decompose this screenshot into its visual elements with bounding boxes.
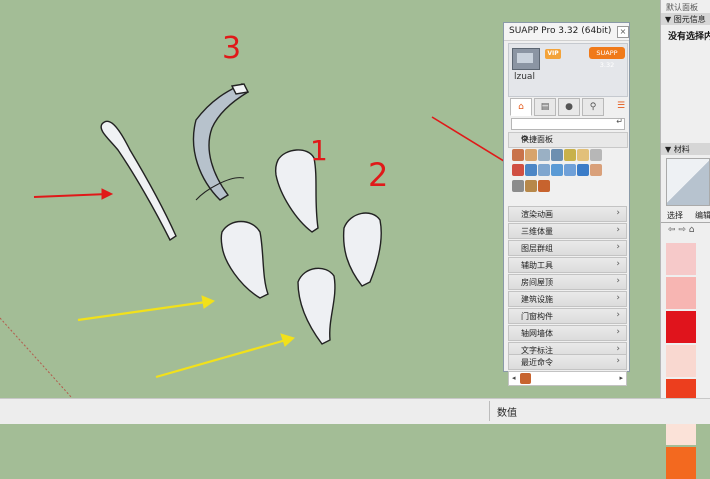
gear-icon[interactable]: ⚙ <box>521 134 528 143</box>
chevron-right-icon: › <box>616 276 620 286</box>
recent-tool-icon[interactable] <box>520 373 531 384</box>
materials-nav[interactable]: ⇦ ⇨ ⌂ <box>668 225 695 235</box>
color-swatch[interactable] <box>666 243 696 275</box>
tool-icon[interactable] <box>577 149 589 161</box>
tool-icon[interactable] <box>538 149 550 161</box>
list-icon[interactable]: ☰ <box>614 98 628 114</box>
leaf-shapes <box>220 149 382 345</box>
tray-title: 默认面板 <box>666 3 698 12</box>
annotation-3: 3 <box>222 31 241 66</box>
color-swatch[interactable] <box>666 277 696 309</box>
scroll-left-button[interactable]: ◂ <box>512 374 516 382</box>
color-swatch[interactable] <box>666 311 696 343</box>
tool-icon[interactable] <box>538 180 550 192</box>
status-bar: 数值 <box>0 398 710 424</box>
twisted-shape <box>192 83 250 201</box>
color-swatch[interactable] <box>666 447 696 479</box>
yellow-arrow-2 <box>155 333 295 379</box>
annotation-1: 1 <box>310 134 328 167</box>
tool-icon[interactable] <box>590 164 602 176</box>
close-button[interactable]: × <box>617 26 629 38</box>
yellow-arrow-1 <box>77 295 216 322</box>
color-swatch[interactable] <box>666 345 696 377</box>
book-icon[interactable]: ▤ <box>534 98 556 116</box>
tab-edit[interactable]: 编辑 <box>695 210 710 221</box>
tool-icon[interactable] <box>551 149 563 161</box>
suapp-panel: SUAPP Pro 3.32 (64bit) × VIP SUAPP 3.32 … <box>503 22 630 386</box>
user-avatar[interactable] <box>512 48 540 70</box>
menu-item-facilities[interactable]: 建筑设施 › <box>508 291 627 307</box>
tool-icon[interactable] <box>512 180 524 192</box>
status-separator <box>489 401 490 421</box>
menu-item-render[interactable]: 渲染动画 › <box>508 206 627 222</box>
materials-tabs: 选择 编辑 <box>661 208 710 223</box>
entity-info-header[interactable]: ▼ 图元信息 <box>661 13 710 25</box>
annotation-2: 2 <box>368 156 388 194</box>
menu-item-doors-windows[interactable]: 门窗构件 › <box>508 308 627 324</box>
chevron-right-icon: › <box>616 293 620 303</box>
menu-item-helpers[interactable]: 辅助工具 › <box>508 257 627 273</box>
tool-icon[interactable] <box>590 149 602 161</box>
suapp-title: SUAPP Pro 3.32 (64bit) <box>509 26 612 36</box>
recent-commands-row: ◂ ▸ <box>508 371 627 386</box>
tool-icon[interactable] <box>525 164 537 176</box>
chevron-right-icon: › <box>616 356 620 366</box>
tab-select[interactable]: 选择 <box>667 210 683 221</box>
search-icon[interactable]: ⚲ <box>582 98 604 116</box>
tool-icon[interactable] <box>538 164 550 176</box>
username: lzual <box>514 72 535 82</box>
home-icon[interactable]: ⌂ <box>510 98 532 116</box>
material-preview[interactable] <box>666 158 710 206</box>
chevron-right-icon: › <box>616 208 620 218</box>
tool-icon[interactable] <box>564 164 576 176</box>
chevron-right-icon: › <box>616 225 620 235</box>
menu-item-3d-mass[interactable]: 三维体量 › <box>508 223 627 239</box>
chevron-right-icon: › <box>616 344 620 354</box>
menu-item-room-roof[interactable]: 房间屋顶 › <box>508 274 627 290</box>
materials-header[interactable]: ▼ 材料 <box>661 143 710 155</box>
skin-tool-icon[interactable] <box>577 164 589 176</box>
chevron-right-icon: › <box>616 242 620 252</box>
enter-icon[interactable]: ↵ <box>616 117 623 126</box>
chevron-right-icon: › <box>616 327 620 337</box>
menu-item-grid-walls[interactable]: 轴网墙体 › <box>508 325 627 341</box>
vip-badge[interactable]: VIP <box>545 49 561 59</box>
quick-tools-grid <box>512 149 624 199</box>
nothing-selected-text: 没有选择内 <box>668 32 710 42</box>
default-tray: 默认面板 ▼ 图元信息 没有选择内 ▼ 材料 选择 编辑 ⇦ ⇨ ⌂ <box>660 0 710 479</box>
recent-commands-header[interactable]: 最近命令 › <box>508 354 627 370</box>
red-arrow-left <box>33 188 114 200</box>
quick-panel-header[interactable]: 快捷面板 ⚙ <box>508 132 628 148</box>
tool-icon[interactable] <box>551 164 563 176</box>
curved-blade <box>100 120 177 242</box>
chevron-right-icon: › <box>616 259 620 269</box>
tool-icon[interactable] <box>512 164 524 176</box>
suapp-tabs: ⌂ ▤ ● ⚲ ☰ <box>508 98 626 116</box>
chevron-right-icon: › <box>616 310 620 320</box>
suapp-menu: 渲染动画 › 三维体量 › 图层群组 › 辅助工具 › 房间屋顶 › 建筑设施 › 门窗构件… <box>508 206 627 359</box>
user-icon[interactable]: ● <box>558 98 580 116</box>
search-input[interactable]: ↵ <box>511 117 625 130</box>
version-badge[interactable]: SUAPP 3.32 <box>589 47 625 69</box>
menu-item-layers[interactable]: 图层群组 › <box>508 240 627 256</box>
measurement-label: 数值 <box>497 408 517 419</box>
tool-icon[interactable] <box>564 149 576 161</box>
tool-icon[interactable] <box>525 149 537 161</box>
suapp-title-bar[interactable]: SUAPP Pro 3.32 (64bit) × <box>504 23 629 41</box>
tool-icon[interactable] <box>512 149 524 161</box>
axis-line <box>0 317 73 398</box>
suapp-header: VIP SUAPP 3.32 lzual <box>508 43 628 97</box>
tool-icon[interactable] <box>525 180 537 192</box>
scroll-right-button[interactable]: ▸ <box>619 374 623 382</box>
